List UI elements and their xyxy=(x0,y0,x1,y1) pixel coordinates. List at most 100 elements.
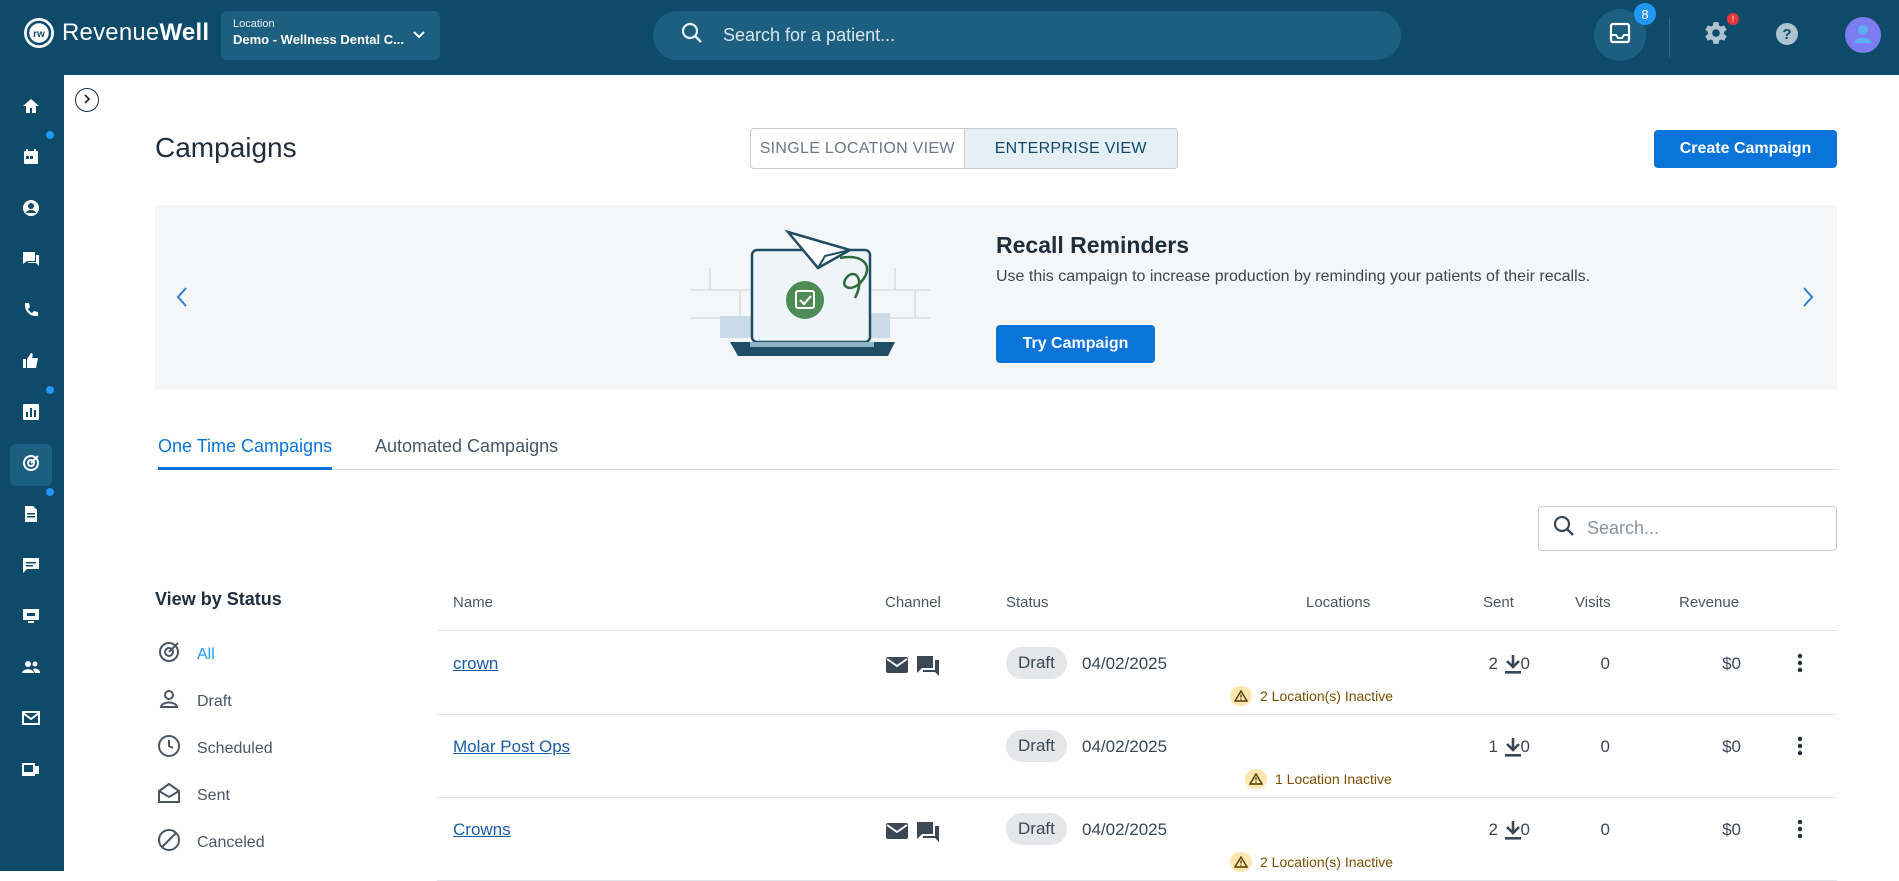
table-row: crown Draft 04/02/2025 2 2 Location(s) I… xyxy=(437,632,1837,715)
column-header-status[interactable]: Status xyxy=(1006,594,1049,611)
header-divider xyxy=(1669,17,1670,57)
campaign-date: 04/02/2025 xyxy=(1082,820,1168,839)
nav-reviews[interactable] xyxy=(10,342,52,384)
chat-icon xyxy=(21,249,41,274)
campaign-name-link[interactable]: Crowns xyxy=(453,820,511,840)
nav-team[interactable] xyxy=(10,648,52,690)
row-actions-button[interactable] xyxy=(1797,652,1803,679)
nav-calls[interactable] xyxy=(10,291,52,333)
revenue-value: $0 xyxy=(1722,654,1741,673)
inbox-icon xyxy=(1609,22,1631,49)
row-actions-button[interactable] xyxy=(1797,818,1803,845)
expand-sidebar-button[interactable] xyxy=(75,88,99,112)
revenuewell-logo[interactable]: rw RevenueWell xyxy=(24,18,209,48)
clock-icon xyxy=(157,734,181,763)
nav-campaigns[interactable] xyxy=(10,444,52,486)
status-filter-label: Canceled xyxy=(197,833,265,851)
sms-icon xyxy=(915,820,941,849)
status-filter-scheduled[interactable]: Scheduled xyxy=(157,734,273,763)
chevron-right-icon xyxy=(1801,287,1815,312)
download-button[interactable] xyxy=(1503,653,1523,680)
table-row: Molar Post Ops Draft 04/02/2025 1 1 Loca… xyxy=(437,715,1837,798)
nav-website[interactable] xyxy=(10,597,52,639)
locations-count: 1 xyxy=(1488,737,1498,756)
status-filter-title: View by Status xyxy=(155,589,282,609)
row-actions-button[interactable] xyxy=(1797,735,1803,762)
status-filter-sent[interactable]: Sent xyxy=(157,781,230,810)
inactive-locations-warning[interactable]: 1 Location Inactive xyxy=(1245,769,1392,789)
download-icon xyxy=(1503,738,1523,762)
create-campaign-button[interactable]: Create Campaign xyxy=(1654,130,1837,168)
banner-previous-button[interactable] xyxy=(175,286,189,313)
column-header-visits: Visits xyxy=(1575,594,1611,611)
nav-home[interactable] xyxy=(10,87,52,129)
column-header-channel: Channel xyxy=(885,594,941,611)
help-button[interactable]: ? xyxy=(1775,22,1799,51)
download-icon xyxy=(1503,821,1523,845)
banner-next-button[interactable] xyxy=(1801,286,1815,313)
campaign-search-input[interactable] xyxy=(1587,518,1817,539)
nav-forms[interactable] xyxy=(10,495,52,537)
nav-schedule[interactable] xyxy=(10,138,52,180)
tab-one-time-campaigns[interactable]: One Time Campaigns xyxy=(158,436,333,470)
comment-icon xyxy=(21,555,41,580)
location-selector[interactable]: Location Demo - Wellness Dental C... xyxy=(221,11,440,60)
visits-count: 0 xyxy=(1600,737,1610,756)
nav-email[interactable] xyxy=(10,699,52,741)
download-button[interactable] xyxy=(1503,819,1523,846)
campaign-date: 04/02/2025 xyxy=(1082,737,1168,756)
inactive-locations-warning[interactable]: 2 Location(s) Inactive xyxy=(1230,852,1393,872)
nav-devices[interactable] xyxy=(10,750,52,792)
inactive-locations-warning[interactable]: 2 Location(s) Inactive xyxy=(1230,686,1393,706)
status-badge: Draft xyxy=(1006,730,1067,762)
nav-notification-dot xyxy=(46,131,54,139)
patient-search-input[interactable] xyxy=(723,25,1323,46)
person-icon xyxy=(21,198,41,223)
left-navigation xyxy=(0,75,64,871)
thumbs-up-icon xyxy=(21,351,41,376)
more-vertical-icon xyxy=(1797,819,1803,844)
nav-notification-dot xyxy=(46,386,54,394)
patient-search-bar[interactable] xyxy=(653,11,1401,60)
laptop-paper-plane-illustration xyxy=(690,228,940,373)
banner-title: Recall Reminders xyxy=(996,232,1190,258)
campaign-name-link[interactable]: Molar Post Ops xyxy=(453,737,570,757)
campaign-date: 04/02/2025 xyxy=(1082,654,1168,673)
try-campaign-button[interactable]: Try Campaign xyxy=(996,325,1155,363)
status-badge: Draft xyxy=(1006,813,1067,845)
calendar-icon xyxy=(21,147,41,172)
warning-icon xyxy=(1230,852,1252,872)
view-toggle: SINGLE LOCATION VIEW ENTERPRISE VIEW xyxy=(750,128,1178,169)
tab-automated-campaigns[interactable]: Automated Campaigns xyxy=(375,436,558,467)
person-outline-icon xyxy=(157,687,181,716)
nav-reports[interactable] xyxy=(10,393,52,435)
user-icon xyxy=(1852,22,1874,49)
campaign-name-link[interactable]: crown xyxy=(453,654,498,674)
nav-patients[interactable] xyxy=(10,189,52,231)
revenue-value: $0 xyxy=(1722,737,1741,756)
single-location-view-button[interactable]: SINGLE LOCATION VIEW xyxy=(751,129,965,168)
more-vertical-icon xyxy=(1797,736,1803,761)
download-button[interactable] xyxy=(1503,736,1523,763)
status-filter-canceled[interactable]: Canceled xyxy=(157,828,265,857)
nav-messages[interactable] xyxy=(10,240,52,282)
warning-icon xyxy=(1245,769,1267,789)
banner-description: Use this campaign to increase production… xyxy=(996,268,1591,285)
locations-count: 2 xyxy=(1488,820,1498,839)
status-filter-label: Scheduled xyxy=(197,739,273,757)
user-avatar[interactable] xyxy=(1845,17,1881,53)
visits-count: 0 xyxy=(1600,820,1610,839)
settings-button[interactable] xyxy=(1703,20,1729,51)
campaign-search[interactable] xyxy=(1538,506,1837,551)
chevron-left-icon xyxy=(175,287,189,312)
campaign-table-header: Name Channel Status Locations Sent Visit… xyxy=(437,589,1837,631)
status-filter-all[interactable]: All xyxy=(157,640,215,669)
status-filter-label: All xyxy=(197,645,215,663)
column-header-sent: Sent xyxy=(1483,594,1514,611)
status-filter-draft[interactable]: Draft xyxy=(157,687,232,716)
column-header-name[interactable]: Name xyxy=(453,594,493,611)
nav-chat[interactable] xyxy=(10,546,52,588)
enterprise-view-button[interactable]: ENTERPRISE VIEW xyxy=(964,129,1177,168)
svg-text:?: ? xyxy=(1782,26,1791,43)
inbox-badge: 8 xyxy=(1634,3,1656,25)
